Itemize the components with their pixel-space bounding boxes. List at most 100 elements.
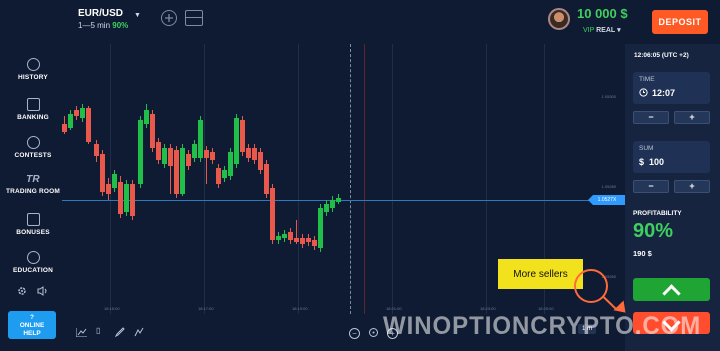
grid-line	[204, 44, 205, 314]
indicators-icon[interactable]	[134, 327, 144, 340]
pencil-icon[interactable]	[114, 327, 125, 340]
payout-percent: 90%	[112, 21, 129, 30]
candle-body	[144, 110, 149, 124]
y-axis-label: 1.05300	[601, 94, 616, 99]
sum-increase-button[interactable]: +	[674, 180, 710, 193]
account-type-label: REAL	[596, 27, 616, 34]
time-field[interactable]: TIME 12:07	[633, 72, 710, 104]
candle-body	[124, 184, 129, 212]
sidebar-item-banking[interactable]: BANKING	[0, 98, 66, 121]
currency-icon: $	[639, 157, 645, 167]
account-type[interactable]: VIP REAL ▾	[583, 26, 621, 34]
sidebar-item-contests[interactable]: CONTESTS	[0, 136, 66, 159]
x-axis-label: 18:19:00	[292, 306, 308, 311]
sound-icon[interactable]	[37, 283, 48, 301]
sidebar-item-education[interactable]: EDUCATION	[0, 251, 66, 274]
candle-body	[130, 184, 135, 216]
profitability-label: PROFITABILITY	[633, 210, 682, 217]
y-axis-label: 1.05280	[601, 184, 616, 189]
chevron-down-icon: ▾	[617, 27, 621, 34]
split-screen-icon[interactable]	[185, 10, 203, 26]
candle-body	[288, 232, 293, 240]
sidebar-item-history[interactable]: HISTORY	[0, 58, 66, 81]
sum-label: SUM	[639, 145, 654, 152]
online-help-button[interactable]: ? ONLINE HELP	[8, 311, 56, 339]
asset-details[interactable]: 1—5 min 90%	[78, 21, 128, 30]
candle-body	[336, 198, 341, 202]
trophy-icon	[26, 136, 40, 149]
candle-body	[276, 236, 281, 240]
x-axis-label: 18:21:00	[386, 306, 402, 311]
x-axis-label: 18:25:00	[538, 306, 554, 311]
current-price-line	[62, 200, 622, 201]
x-axis-label: 18:15:00	[104, 306, 120, 311]
candle-body	[204, 150, 209, 158]
candle-body	[80, 108, 85, 118]
sidebar-item-bonuses[interactable]: BONUSES	[0, 213, 66, 236]
center-chart-icon[interactable]	[368, 327, 379, 341]
candle-body	[74, 110, 79, 116]
sum-value-row: $100	[639, 157, 664, 167]
candle-body	[282, 234, 287, 238]
candle-body	[306, 238, 311, 242]
candle-body	[86, 108, 91, 142]
gift-icon	[26, 213, 40, 226]
avatar[interactable]	[548, 8, 570, 30]
zoom-out-button[interactable]: −	[349, 328, 360, 339]
candle-body	[294, 238, 299, 242]
candle-body	[252, 148, 257, 160]
candle-body	[210, 152, 215, 160]
candle-body	[270, 188, 275, 240]
candle-body	[228, 152, 233, 176]
candle-body	[264, 164, 269, 194]
time-value-row: 12:07	[639, 88, 675, 98]
sidebar-item-label: CONTESTS	[14, 152, 52, 159]
candle-body	[234, 118, 239, 164]
chevron-down-icon[interactable]: ▼	[134, 12, 141, 19]
candle-body	[192, 144, 197, 158]
asset-name[interactable]: EUR/USD	[78, 8, 123, 19]
deposit-button[interactable]: DEPOSIT	[652, 10, 708, 34]
candle-body	[94, 144, 99, 156]
grid-line	[486, 44, 487, 314]
candle-body	[300, 238, 305, 244]
sum-decrease-button[interactable]: −	[633, 180, 669, 193]
candle-body	[68, 114, 73, 128]
sidebar-item-label: BONUSES	[16, 229, 50, 236]
add-asset-button[interactable]	[161, 10, 177, 26]
candle-body	[156, 142, 161, 160]
candle-body	[168, 148, 173, 166]
time-decrease-button[interactable]: −	[633, 111, 669, 124]
candle-body	[318, 208, 323, 248]
balance[interactable]: 10 000 $	[577, 6, 628, 21]
help-label-line2: HELP	[23, 330, 41, 337]
sum-value: 100	[649, 157, 665, 167]
time-value: 12:07	[652, 88, 676, 98]
watermark: WINOPTIONCRYPTO.COM	[383, 312, 702, 340]
clock-icon	[639, 88, 648, 97]
candle-body	[180, 148, 185, 194]
expiration-line	[364, 44, 365, 314]
gear-icon[interactable]	[17, 283, 27, 301]
current-price-tag: 1.0527X	[588, 195, 626, 205]
candle-body	[258, 152, 263, 170]
account-tier: VIP	[583, 27, 595, 34]
x-axis-label: 18:17:00	[198, 306, 214, 311]
candle-body	[174, 150, 179, 194]
candle-body	[112, 174, 117, 188]
timeframe-icon[interactable]: ▯	[96, 326, 100, 335]
candle-body	[198, 120, 203, 158]
time-increase-button[interactable]: +	[674, 111, 710, 124]
call-up-button[interactable]	[633, 278, 710, 303]
sum-field[interactable]: SUM $100	[633, 141, 710, 173]
chart-type-icon[interactable]	[75, 328, 87, 340]
candle-body	[138, 120, 143, 184]
candle-body	[162, 148, 167, 164]
sidebar-item-label: TRADING ROOM	[5, 188, 61, 195]
payout-value: 190 $	[633, 249, 652, 258]
annotation-callout: More sellers	[498, 259, 583, 289]
candle-body	[216, 168, 221, 184]
candle-body	[240, 120, 245, 152]
sidebar-item-trading-room[interactable]: TR TRADING ROOM	[0, 174, 66, 195]
profitability-value: 90%	[633, 220, 674, 242]
